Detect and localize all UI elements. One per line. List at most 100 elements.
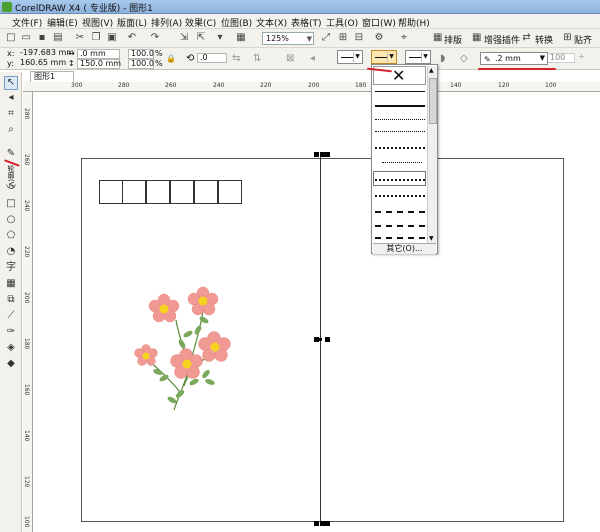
eyedropper-icon[interactable]: ⟋: [5, 310, 17, 322]
height-field[interactable]: 150.0 mm: [77, 59, 121, 69]
layout-button[interactable]: 排版: [444, 33, 462, 46]
other-line-styles-button[interactable]: 其它(O)...: [373, 243, 436, 254]
snap-button[interactable]: 贴齐: [574, 33, 592, 46]
full-screen-icon[interactable]: ⤢: [320, 32, 332, 44]
scroll-up-icon[interactable]: ▲: [429, 67, 434, 74]
outline-pen-icon[interactable]: ✎: [5, 148, 17, 160]
guidelines-icon[interactable]: ⊟: [353, 32, 365, 44]
scrollbar-thumb[interactable]: [429, 78, 437, 124]
line-style-option-solid[interactable]: [375, 91, 425, 92]
convert-button[interactable]: 转换: [535, 33, 553, 46]
interactive-fill-icon[interactable]: ◆: [5, 358, 17, 370]
y-position-field[interactable]: 160.65 mm: [18, 59, 68, 69]
outline-tool-icon[interactable]: ✑: [5, 326, 17, 338]
scale-width-field[interactable]: 100.0: [128, 49, 154, 59]
menu-layout[interactable]: 版面(L): [117, 16, 147, 29]
save-icon[interactable]: ▪: [36, 32, 48, 44]
dynamic-guides-icon[interactable]: ⌖: [398, 32, 410, 44]
shape-tool-icon[interactable]: ◂: [5, 92, 17, 104]
new-icon[interactable]: □: [5, 32, 17, 44]
line-style-option-dot[interactable]: [375, 195, 425, 197]
line-style-select[interactable]: ▼: [371, 50, 397, 64]
ellipse-tool-icon[interactable]: ○: [5, 214, 17, 226]
crop-tool-icon[interactable]: ⌗: [5, 108, 17, 120]
menu-tools[interactable]: 工具(O): [326, 16, 358, 29]
selection-handle[interactable]: [314, 152, 319, 157]
application-launcher-icon[interactable]: ▾: [214, 32, 226, 44]
line-style-option-dash-short[interactable]: [375, 211, 425, 213]
postal-code-box[interactable]: [146, 180, 170, 204]
postal-code-box[interactable]: [170, 180, 194, 204]
welcome-screen-icon[interactable]: ▦: [235, 32, 247, 44]
shape-icon[interactable]: ◇: [460, 53, 468, 64]
document-tab[interactable]: 图形1: [30, 71, 74, 82]
wrap-icon[interactable]: ⊠: [286, 53, 294, 64]
paste-icon[interactable]: ▣: [106, 32, 118, 44]
undo-icon[interactable]: ↶: [126, 32, 138, 44]
lock-ratio-icon[interactable]: 🔒: [166, 54, 176, 63]
line-style-option-dotted-fine[interactable]: [375, 119, 425, 120]
basic-shapes-icon[interactable]: ◔: [5, 246, 17, 258]
flower-illustration[interactable]: [128, 282, 238, 422]
menu-window[interactable]: 窗口(W): [362, 16, 396, 29]
rectangle-tool-icon[interactable]: □: [5, 198, 17, 210]
menu-effects[interactable]: 效果(C): [185, 16, 216, 29]
zoom-tool-icon[interactable]: ⌕: [5, 124, 17, 136]
menu-arrange[interactable]: 排列(A): [151, 16, 182, 29]
cut-icon[interactable]: ✂: [74, 32, 86, 44]
line-style-option-dash-long[interactable]: [375, 237, 425, 239]
import-icon[interactable]: ⇲: [178, 32, 190, 44]
pick-tool-icon[interactable]: ↖: [4, 76, 18, 90]
extra-value-field[interactable]: 100: [547, 53, 575, 63]
polygon-tool-icon[interactable]: ⬠: [5, 230, 17, 242]
export-icon[interactable]: ⇱: [195, 32, 207, 44]
interactive-blend-icon[interactable]: ⧉: [5, 294, 17, 306]
menu-edit[interactable]: 编辑(E): [47, 16, 78, 29]
scale-height-field[interactable]: 100.0: [128, 59, 154, 69]
mirror-vertical-icon[interactable]: ⇅: [253, 53, 261, 64]
copy-icon[interactable]: ❐: [90, 32, 102, 44]
print-icon[interactable]: ▤: [52, 32, 64, 44]
scroll-down-icon[interactable]: ▼: [429, 235, 434, 242]
line-style-option-dotted-bold[interactable]: [375, 179, 425, 181]
start-arrow-icon[interactable]: ◂: [310, 53, 315, 64]
zoom-levels-select[interactable]: 125% ▼: [262, 32, 314, 45]
menu-file[interactable]: 文件(F): [12, 16, 42, 29]
line-style-option-solid-thick[interactable]: [375, 105, 425, 107]
selection-handle[interactable]: [325, 337, 330, 342]
postal-code-box[interactable]: [194, 180, 218, 204]
plus-icon[interactable]: +: [578, 52, 585, 61]
postal-code-box[interactable]: [218, 180, 242, 204]
open-icon[interactable]: ▭: [20, 32, 32, 44]
fill-tool-icon[interactable]: ◈: [5, 342, 17, 354]
selection-handle[interactable]: [325, 521, 330, 526]
start-arrowhead-select[interactable]: ▼: [337, 50, 363, 64]
postal-code-box[interactable]: [99, 180, 123, 204]
close-path-icon[interactable]: ◗: [440, 53, 445, 64]
line-style-option-dotted-wide[interactable]: [375, 147, 425, 149]
redo-icon[interactable]: ↷: [149, 32, 161, 44]
text-tool-icon[interactable]: 字: [5, 262, 17, 274]
dropdown-scrollbar[interactable]: ▲ ▼: [427, 66, 437, 243]
selection-handle[interactable]: [325, 152, 330, 157]
options-icon[interactable]: ⚙: [373, 32, 385, 44]
freehand-tool-icon[interactable]: 〰: [5, 182, 17, 194]
menu-bitmaps[interactable]: 位图(B): [221, 16, 252, 29]
line-style-option-sparse-dots[interactable]: [382, 162, 422, 163]
width-field[interactable]: .0 mm: [77, 49, 120, 59]
end-arrowhead-select[interactable]: ▼: [405, 50, 431, 64]
menu-view[interactable]: 视图(V): [82, 16, 113, 29]
outline-width-select[interactable]: ✎ .2 mm ▼: [480, 52, 548, 65]
postal-code-box[interactable]: [122, 180, 146, 204]
snap-to-grid-icon[interactable]: ⊞: [337, 32, 349, 44]
table-tool-icon[interactable]: ▦: [5, 278, 17, 290]
line-style-option-dotted[interactable]: [375, 131, 425, 132]
selection-handle[interactable]: [314, 521, 319, 526]
line-style-option-dash[interactable]: [375, 225, 425, 227]
menu-table[interactable]: 表格(T): [291, 16, 322, 29]
enhance-plugin-button[interactable]: 增强插件: [484, 33, 520, 46]
menu-help[interactable]: 帮助(H): [398, 16, 430, 29]
menu-text[interactable]: 文本(X): [256, 16, 287, 29]
rotation-field[interactable]: .0: [197, 53, 227, 63]
mirror-horizontal-icon[interactable]: ⇆: [232, 53, 240, 64]
